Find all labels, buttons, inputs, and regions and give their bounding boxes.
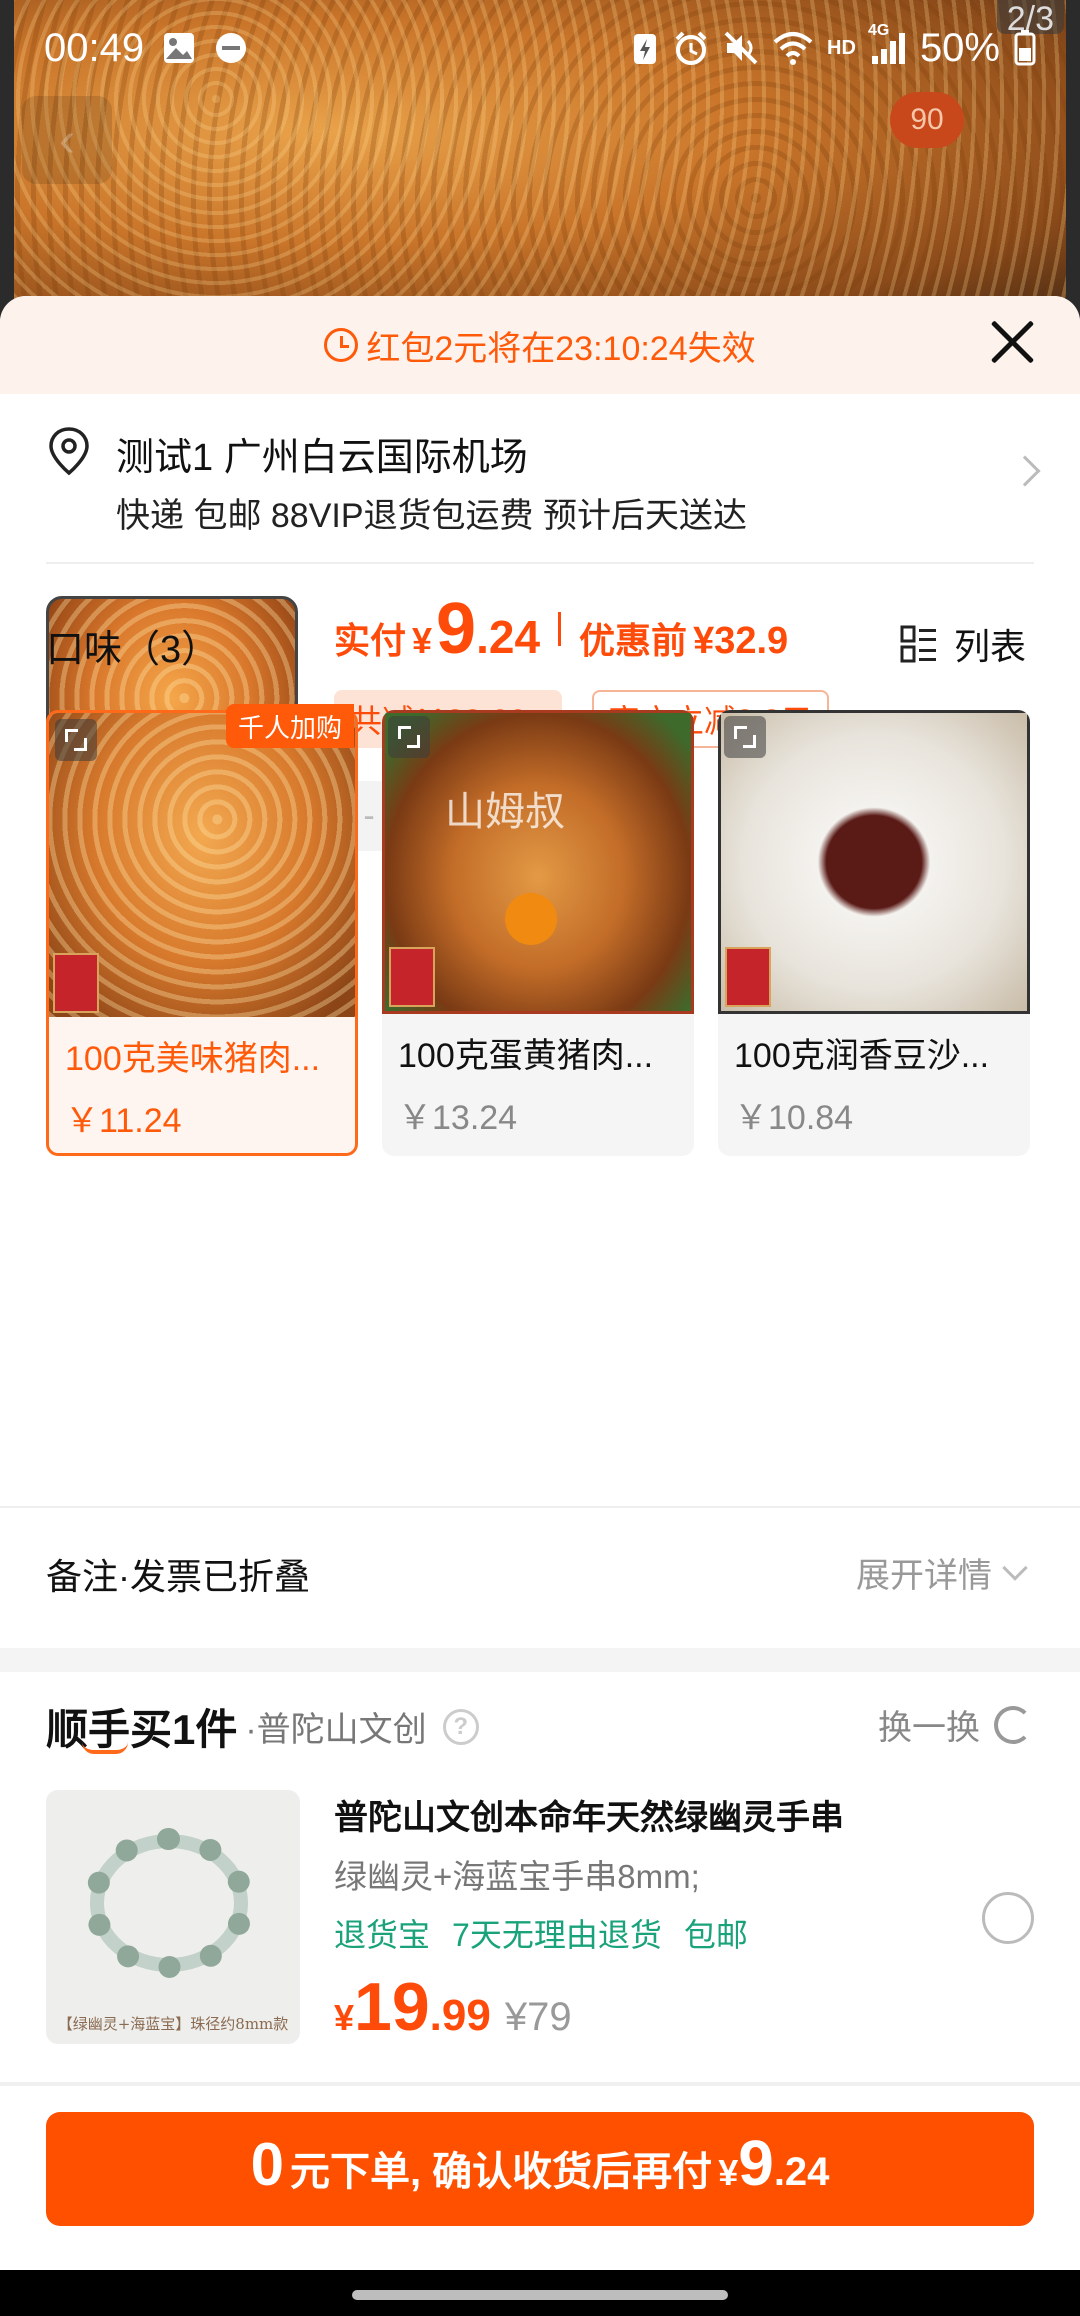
list-view-toggle[interactable]: 列表 <box>900 618 1026 670</box>
flavor-card-3[interactable]: 100克润香豆沙... ￥10.84 <box>718 710 1030 1156</box>
address-section[interactable]: 测试1 广州白云国际机场 快递 包邮 88VIP退货包运费 预计后天送达 <box>0 394 1080 562</box>
mute-icon <box>723 28 759 68</box>
hot-tag: 千人加购 <box>226 704 355 748</box>
swap-button[interactable]: 换一换 <box>878 1700 1032 1749</box>
addon-spec: 绿幽灵+海蓝宝手串8mm; <box>334 1858 700 1895</box>
section-gap <box>0 1648 1080 1672</box>
currency-symbol: ¥ <box>412 620 433 661</box>
expand-details-label: 展开详情 <box>856 1557 992 1595</box>
addon-currency: ¥ <box>334 1997 355 2038</box>
addon-price-dec: .99 <box>429 1991 491 2040</box>
footer-divider <box>0 2082 1080 2086</box>
package-icon <box>389 947 435 1007</box>
addon-original-price: ¥79 <box>504 1995 572 2039</box>
flavor-name: 100克润香豆沙... <box>734 1037 990 1075</box>
back-button[interactable]: ‹ <box>22 96 112 184</box>
cta-zero: 0 <box>250 2131 284 2198</box>
address-name: 测试1 广州白云国际机场 <box>116 437 528 479</box>
cta-currency: ¥ <box>718 2152 739 2193</box>
price-integer: 9 <box>436 589 477 669</box>
package-icon <box>725 947 771 1007</box>
notes-invoice-row[interactable]: 备注·发票已折叠 展开详情 <box>0 1506 1080 1632</box>
battery-percent: 50% <box>919 25 1000 70</box>
expand-details[interactable]: 展开详情 <box>856 1548 1028 1597</box>
bracelet-caption: 【绿幽灵+海蓝宝】珠径约8mm款 <box>57 2015 289 2033</box>
cta-price-dec: .24 <box>773 2150 830 2194</box>
expand-icon[interactable] <box>55 719 97 761</box>
help-icon[interactable]: ? <box>442 1708 479 1745</box>
delivery-info: 快递 包邮 88VIP退货包运费 预计后天送达 <box>116 497 747 535</box>
package-icon <box>53 953 99 1013</box>
coupon-expiry-banner: 红包2元将在23:10:24失效 <box>0 296 1080 394</box>
expand-icon[interactable] <box>724 716 766 758</box>
addon-shop: ·普陀山文创 <box>245 1711 427 1749</box>
network-type: 4G <box>867 22 890 39</box>
flavor-price: ￥11.24 <box>65 1102 182 1140</box>
addon-logo: 顺手买1件 <box>46 1696 237 1757</box>
flavor-options: 千人加购 100克美味猪肉... ￥11.24 山姆叔 100克蛋黄猪肉... … <box>46 704 1036 1156</box>
status-time: 00:49 <box>44 25 145 70</box>
image-watermark: 山姆叔 <box>445 790 565 834</box>
cell-signal-icon: 4G <box>868 22 906 68</box>
divider <box>46 562 1034 564</box>
addon-service-tags: 退货宝 7天无理由退货 包邮 <box>334 1910 748 1956</box>
swap-label: 换一换 <box>878 1709 980 1747</box>
price-decimal: .24 <box>476 611 541 663</box>
flavor-price: ￥10.84 <box>734 1099 854 1137</box>
dnd-icon <box>214 28 248 68</box>
clock-icon <box>324 328 359 362</box>
place-order-button[interactable]: 0 元下单, 确认收货后再付 ¥ 9 .24 <box>46 2112 1034 2226</box>
status-bar: 00:49 HD 4G 50% <box>0 0 1080 96</box>
badge-90: 90 <box>890 92 964 148</box>
back-arrow-icon: ‹ <box>59 113 75 167</box>
home-indicator[interactable] <box>352 2290 728 2300</box>
chevron-down-icon <box>1002 1554 1028 1581</box>
close-icon[interactable] <box>988 318 1038 368</box>
addon-header: 顺手买1件 ·普陀山文创 ? <box>46 1696 479 1757</box>
notes-label: 备注·发票已折叠 <box>46 1556 310 1597</box>
flavor-card-1[interactable]: 100克美味猪肉... ￥11.24 <box>46 710 358 1156</box>
battery-saver-icon <box>631 28 659 68</box>
list-label: 列表 <box>953 626 1026 667</box>
addon-price-int: 19 <box>354 1969 430 2045</box>
service-tag: 7天无理由退货 <box>452 1917 662 1953</box>
coupon-expiry-text: 红包2元将在23:10:24失效 <box>366 329 756 368</box>
flavor-price: ￥13.24 <box>398 1099 518 1137</box>
addon-logo-text: 顺手买1件 <box>46 1706 238 1753</box>
flavor-heading: 口味（3） <box>46 629 220 671</box>
alarm-icon <box>673 28 709 68</box>
list-icon <box>900 625 936 663</box>
paid-label: 实付 <box>334 620 407 661</box>
price-line: 实付 ¥ 9 .24 优惠前 ¥32.9 <box>334 588 788 670</box>
cta-price-int: 9 <box>738 2127 774 2199</box>
addon-select-radio[interactable] <box>982 1892 1034 1944</box>
image-notification-icon <box>162 28 196 68</box>
cta-text: 元下单, 确认收货后再付 <box>289 2150 713 2194</box>
service-tag: 退货宝 <box>334 1917 431 1953</box>
flavor-name: 100克蛋黄猪肉... <box>398 1037 654 1075</box>
orig-price: ¥32.9 <box>693 620 789 662</box>
chevron-right-icon <box>1009 455 1041 487</box>
refresh-icon <box>994 1705 1032 1744</box>
addon-price: ¥ 19 .99 ¥79 <box>334 1968 572 2046</box>
hd-label: HD <box>827 36 856 59</box>
service-tag: 包邮 <box>683 1917 748 1953</box>
wifi-icon <box>773 28 813 68</box>
price-separator <box>558 612 562 646</box>
orig-label: 优惠前 <box>579 620 688 661</box>
smile-icon <box>82 1742 128 1754</box>
battery-icon <box>1014 28 1036 68</box>
expand-icon[interactable] <box>388 716 430 758</box>
flavor-name: 100克美味猪肉... <box>65 1040 321 1078</box>
location-pin-icon <box>49 427 89 476</box>
addon-item: 【绿幽灵+海蓝宝】珠径约8mm款 普陀山文创本命年天然绿幽灵手串 绿幽灵+海蓝宝… <box>0 1790 1080 2050</box>
flavor-card-2[interactable]: 山姆叔 100克蛋黄猪肉... ￥13.24 <box>382 710 694 1156</box>
bracelet-image[interactable]: 【绿幽灵+海蓝宝】珠径约8mm款 <box>46 1790 300 2044</box>
addon-title[interactable]: 普陀山文创本命年天然绿幽灵手串 <box>334 1790 844 1839</box>
